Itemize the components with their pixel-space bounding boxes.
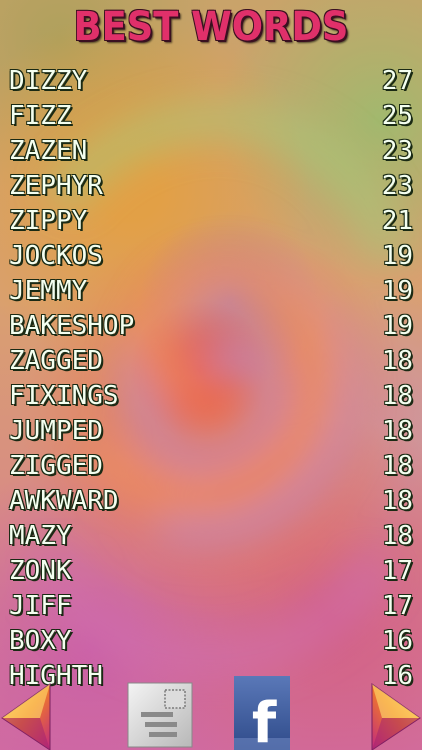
word-text: FIZZ: [9, 101, 72, 131]
word-score: 17: [381, 591, 413, 621]
list-item: BOXY 16: [9, 624, 413, 659]
list-item: ZEPHYR 23: [9, 169, 413, 204]
word-text: ZONK: [9, 556, 72, 586]
word-score: 21: [381, 206, 413, 236]
list-item: ZIGGED 18: [9, 449, 413, 484]
word-score: 19: [381, 241, 413, 271]
list-item: DIZZY 27: [9, 64, 413, 99]
right-arrow-icon: [371, 683, 421, 751]
word-score: 18: [381, 381, 413, 411]
list-item: JUMPED 18: [9, 414, 413, 449]
word-score: 23: [381, 136, 413, 166]
word-text: ZAZEN: [9, 136, 88, 166]
list-item: MAZY 18: [9, 519, 413, 554]
word-score: 23: [381, 171, 413, 201]
word-score: 18: [381, 346, 413, 376]
list-item: FIZZ 25: [9, 99, 413, 134]
word-text: ZIGGED: [9, 451, 103, 481]
list-item: FIXINGS 18: [9, 379, 413, 414]
word-text: JIFF: [9, 591, 72, 621]
word-text: BAKESHOP: [9, 311, 135, 341]
word-text: JUMPED: [9, 416, 103, 446]
word-text: FIXINGS: [9, 381, 119, 411]
word-text: ZIPPY: [9, 206, 88, 236]
postcard-icon: [127, 682, 193, 748]
bottom-toolbar: f: [0, 676, 422, 754]
word-score: 18: [381, 416, 413, 446]
word-text: AWKWARD: [9, 486, 119, 516]
next-button[interactable]: [368, 676, 422, 751]
word-text: MAZY: [9, 521, 72, 551]
word-score: 27: [381, 66, 413, 96]
list-item: ZAGGED 18: [9, 344, 413, 379]
list-item: ZONK 17: [9, 554, 413, 589]
word-score: 16: [381, 626, 413, 656]
word-score: 18: [381, 451, 413, 481]
word-score: 18: [381, 521, 413, 551]
word-text: DIZZY: [9, 66, 88, 96]
prev-button[interactable]: [0, 676, 54, 751]
word-score: 19: [381, 311, 413, 341]
list-item: ZIPPY 21: [9, 204, 413, 239]
word-score: 18: [381, 486, 413, 516]
best-words-list: DIZZY 27 FIZZ 25 ZAZEN 23 ZEPHYR 23 ZIPPY 21 …: [9, 64, 413, 694]
list-item: JEMMY 19: [9, 274, 413, 309]
page-title: BEST WORDS: [73, 4, 349, 50]
word-score: 17: [381, 556, 413, 586]
left-arrow-icon: [1, 683, 51, 751]
word-score: 19: [381, 276, 413, 306]
list-item: JOCKOS 19: [9, 239, 413, 274]
list-item: AWKWARD 18: [9, 484, 413, 519]
word-text: BOXY: [9, 626, 72, 656]
word-text: JEMMY: [9, 276, 88, 306]
facebook-letter: f: [252, 691, 277, 750]
facebook-icon: f: [234, 676, 290, 754]
word-text: ZAGGED: [9, 346, 103, 376]
list-item: JIFF 17: [9, 589, 413, 624]
word-score: 25: [381, 101, 413, 131]
word-text: ZEPHYR: [9, 171, 103, 201]
mail-button[interactable]: [127, 682, 193, 748]
list-item: BAKESHOP 19: [9, 309, 413, 344]
list-item: ZAZEN 23: [9, 134, 413, 169]
facebook-button[interactable]: f: [234, 676, 290, 754]
word-text: JOCKOS: [9, 241, 103, 271]
